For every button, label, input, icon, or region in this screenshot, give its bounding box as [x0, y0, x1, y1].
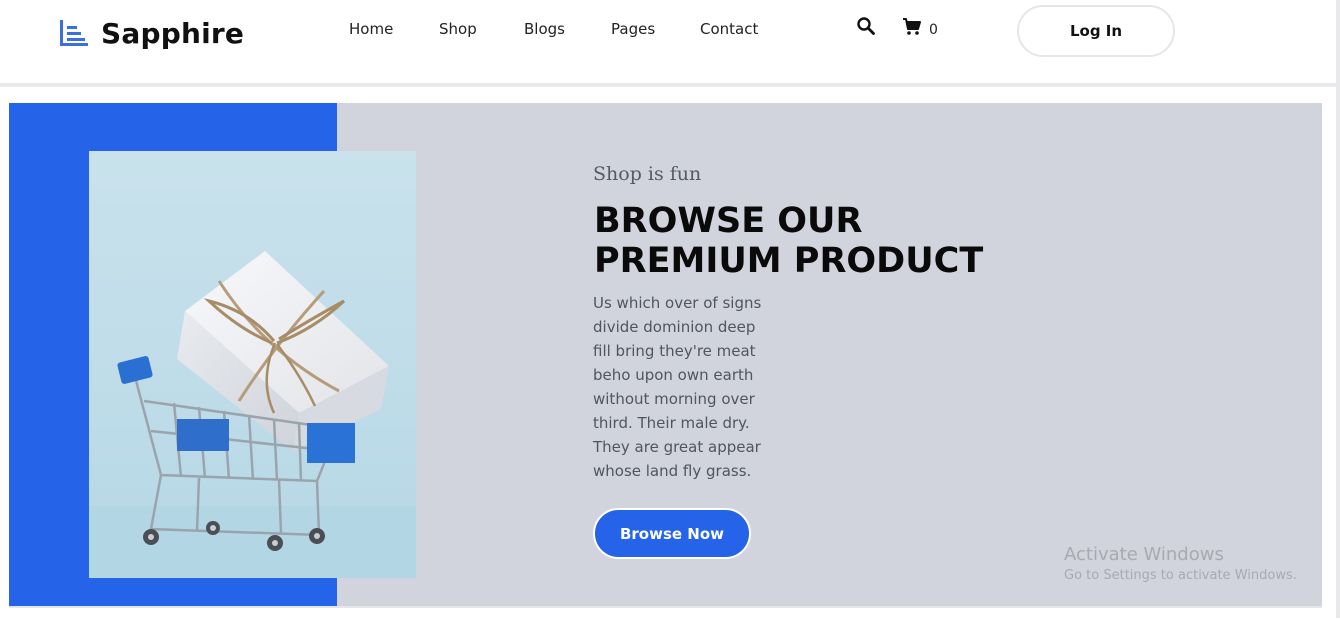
nav-blogs[interactable]: Blogs: [524, 20, 565, 38]
browse-now-button[interactable]: Browse Now: [593, 508, 751, 559]
nav-home[interactable]: Home: [349, 20, 393, 38]
brand-logo[interactable]: Sapphire: [58, 16, 244, 50]
activate-windows-watermark: Activate Windows Go to Settings to activ…: [1064, 544, 1297, 583]
list-lines-icon: [60, 20, 88, 46]
shopping-cart-gift-illustration: [89, 151, 416, 578]
watermark-subtitle: Go to Settings to activate Windows.: [1064, 568, 1297, 583]
cart-icon: [903, 18, 921, 35]
site-header: Sapphire Home Shop Blogs Pages Contact 0…: [0, 0, 1340, 83]
page-scroll-edge: [1336, 0, 1340, 618]
nav-shop[interactable]: Shop: [439, 20, 477, 38]
header-divider: [0, 83, 1340, 87]
hero-description: Us which over of signs divide dominion d…: [593, 294, 762, 480]
nav-pages[interactable]: Pages: [611, 20, 655, 38]
nav-contact[interactable]: Contact: [700, 20, 758, 38]
hero-eyebrow: Shop is fun: [593, 163, 702, 185]
login-button[interactable]: Log In: [1017, 5, 1175, 57]
hero-banner: Shop is fun BROWSE OUR PREMIUM PRODUCT U…: [9, 103, 1322, 606]
watermark-title: Activate Windows: [1064, 544, 1224, 565]
search-icon[interactable]: [856, 16, 876, 36]
brand-name: Sapphire: [101, 16, 245, 50]
hero-product-image: [89, 151, 416, 578]
cart-button[interactable]: 0: [902, 16, 938, 38]
hero-headline: BROWSE OUR PREMIUM PRODUCT: [594, 201, 984, 281]
cart-count: 0: [929, 22, 938, 38]
